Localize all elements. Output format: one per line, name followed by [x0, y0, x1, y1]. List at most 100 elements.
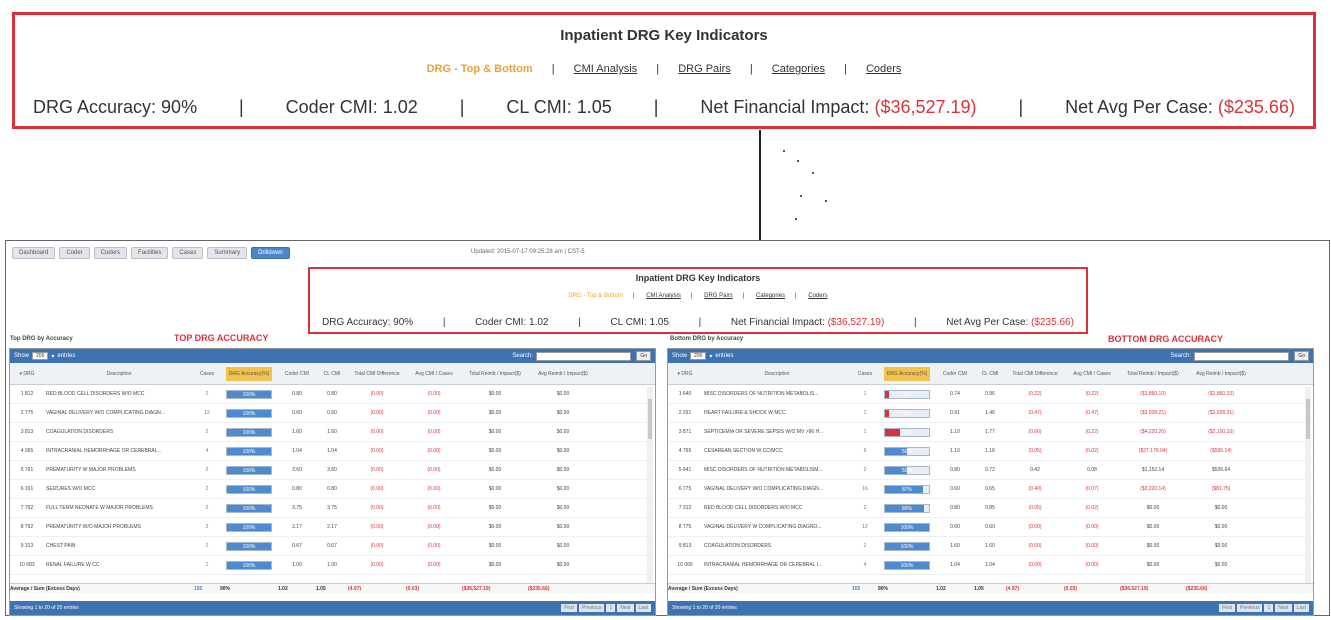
column-header[interactable]: Avg CMI / Cases — [406, 371, 462, 377]
table-row[interactable]: 2 775 VAGINAL DELIVERY W/O COMPLICATING D… — [10, 404, 655, 423]
column-header[interactable]: Cases — [852, 371, 878, 377]
column-header[interactable]: CL CMI — [974, 371, 1006, 377]
table-scrollbar[interactable] — [647, 387, 653, 592]
cases-link[interactable]: 2 — [852, 467, 878, 473]
inner-nav-drg-pairs[interactable]: DRG Pairs — [704, 293, 733, 299]
cases-link[interactable]: 2 — [194, 524, 220, 530]
search-control: Search: — [512, 351, 631, 361]
tab-coders[interactable]: Coders — [93, 247, 128, 259]
pager-last-button[interactable]: Last — [635, 604, 651, 612]
table-row[interactable]: 1 812 RED BLOOD CELL DISORDERS W/O MCC 2 10… — [10, 385, 655, 404]
go-button[interactable]: Go — [1294, 351, 1309, 361]
table-row[interactable]: 10 683 RENAL FAILURE W CC 1 100% 1.00 1.00 (0.… — [10, 556, 655, 575]
column-header[interactable]: Coder CMI — [936, 371, 974, 377]
inner-nav-cmi-analysis[interactable]: CMI Analysis — [646, 293, 681, 299]
cases-link[interactable]: 6 — [852, 448, 878, 454]
column-header[interactable]: CL CMI — [316, 371, 348, 377]
table-row[interactable]: 9 813 COAGULATION DISORDERS 2 100% 1.60 1.60 (… — [668, 537, 1313, 556]
scrollbar-thumb[interactable] — [1306, 399, 1310, 439]
nav-drg-top-bottom[interactable]: DRG - Top & Bottom — [427, 63, 533, 75]
cases-link[interactable]: 1 — [852, 391, 878, 397]
table-scrollbar[interactable] — [1305, 387, 1311, 592]
table-row[interactable]: 3 813 COAGULATION DISORDERS 2 100% 1.60 1.60 (… — [10, 423, 655, 442]
table-row[interactable]: 4 065 INTRACRANIAL HEMORRHAGE OR CEREBRAL… — [10, 442, 655, 461]
column-header[interactable]: ▾ DRG — [10, 371, 44, 377]
search-input[interactable] — [536, 351, 631, 361]
inner-nav-coders[interactable]: Coders — [808, 293, 827, 299]
metric-value: 1.05 — [576, 97, 612, 117]
column-header[interactable]: Coder CMI — [278, 371, 316, 377]
table-row[interactable]: 1 640 MISC DISORDERS OF NUTRITION METABOL… — [668, 385, 1313, 404]
pager-first-button[interactable]: First — [1219, 604, 1236, 612]
column-header[interactable]: ▾ DRG — [668, 371, 702, 377]
table-row[interactable]: 4 765 CESAREAN SECTION W CC/MCC 6 50% 1.10 1.… — [668, 442, 1313, 461]
cases-link[interactable]: 1 — [194, 562, 220, 568]
column-header[interactable]: Total Reimb / Impact($) — [1120, 371, 1186, 377]
column-header[interactable]: Total CMI Difference — [1006, 371, 1064, 377]
pager-next-button[interactable]: Next — [617, 604, 634, 612]
table-row[interactable]: 8 792 PREMATURITY W/O MAJOR PROBLEMS 2 100%… — [10, 518, 655, 537]
column-header[interactable]: Avg CMI / Cases — [1064, 371, 1120, 377]
column-header[interactable]: Description — [702, 371, 852, 377]
cases-link[interactable]: 4 — [194, 448, 220, 454]
table-row[interactable]: 6 775 VAGINAL DELIVERY W/O COMPLICATING D… — [668, 480, 1313, 499]
cases-link[interactable]: 2 — [194, 543, 220, 549]
nav-drg-pairs[interactable]: DRG Pairs — [678, 63, 731, 75]
cases-link[interactable]: 2 — [194, 486, 220, 492]
cases-link[interactable]: 1 — [852, 410, 878, 416]
table-row[interactable]: 3 871 SEPTICEMIA OR SEVERE SEPSIS W/O MV … — [668, 423, 1313, 442]
nav-coders[interactable]: Coders — [866, 63, 901, 75]
column-header[interactable]: Avg Reimb / Impact($) — [1186, 371, 1256, 377]
column-header[interactable]: Total CMI Difference — [348, 371, 406, 377]
pager-last-button[interactable]: Last — [1293, 604, 1309, 612]
cases-link[interactable]: 2 — [852, 543, 878, 549]
cases-link[interactable]: 12 — [194, 410, 220, 416]
tab-dashboard[interactable]: Dashboard — [12, 247, 56, 259]
column-header[interactable]: DRG Accuracy(%) — [220, 366, 278, 381]
total-cmi-diff: (0.00) — [370, 410, 384, 416]
table-row[interactable]: 7 312 RED BLOOD CELL DISORDERS W/O MCC 2 89… — [668, 499, 1313, 518]
nav-cmi-analysis[interactable]: CMI Analysis — [574, 63, 638, 75]
cases-link[interactable]: 12 — [852, 524, 878, 530]
column-header[interactable]: Description — [44, 371, 194, 377]
cases-link[interactable]: 1 — [852, 429, 878, 435]
page-size-select[interactable]: 200 — [32, 352, 49, 360]
table-row[interactable]: 9 313 CHEST PAIN 2 100% 0.67 0.67 (0.00) (0.00)… — [10, 537, 655, 556]
inner-nav-drg-top-bottom[interactable]: DRG - Top & Bottom — [568, 293, 623, 299]
cases-link[interactable]: 4 — [852, 562, 878, 568]
pager-1-button[interactable]: 1 — [606, 604, 616, 612]
nav-categories[interactable]: Categories — [772, 63, 825, 75]
cases-link[interactable]: 2 — [194, 505, 220, 511]
column-header[interactable]: Cases — [194, 371, 220, 377]
pager-previous-button[interactable]: Previous — [1237, 604, 1263, 612]
tab-cases[interactable]: Cases — [172, 247, 204, 259]
tab-summary[interactable]: Summary — [207, 247, 248, 259]
inner-nav-categories[interactable]: Categories — [756, 293, 785, 299]
column-header[interactable]: Avg Reimb / Impact($) — [528, 371, 598, 377]
pager-1-button[interactable]: 1 — [1264, 604, 1274, 612]
pager-previous-button[interactable]: Previous — [579, 604, 605, 612]
table-row[interactable]: 8 775 VAGINAL DELIVERY W COMPLICATING DIA… — [668, 518, 1313, 537]
tab-coder[interactable]: Coder — [59, 247, 90, 259]
go-button[interactable]: Go — [636, 351, 651, 361]
cases-link[interactable]: 16 — [852, 486, 878, 492]
tab-drilldown[interactable]: Drilldown — [251, 247, 290, 259]
table-row[interactable]: 5 641 MISC DISORDERS OF NUTRITION METABOL… — [668, 461, 1313, 480]
cases-link[interactable]: 2 — [194, 467, 220, 473]
pager-first-button[interactable]: First — [561, 604, 578, 612]
column-header[interactable]: Total Reimb / Impact($) — [462, 371, 528, 377]
table-row[interactable]: 6 101 SEIZURES W/O MCC 2 100% 0.80 0.80 (0.00)… — [10, 480, 655, 499]
table-row[interactable]: 10 065 INTRACRANIAL HEMORRHAGE OR CEREBRA… — [668, 556, 1313, 575]
cases-link[interactable]: 2 — [852, 505, 878, 511]
pager-next-button[interactable]: Next — [1275, 604, 1292, 612]
cases-link[interactable]: 2 — [194, 429, 220, 435]
page-size-select[interactable]: 200 — [690, 352, 707, 360]
scrollbar-thumb[interactable] — [648, 399, 652, 439]
table-row[interactable]: 2 291 HEART FAILURE & SHOCK W MCC 1 0% 0.91 1… — [668, 404, 1313, 423]
search-input[interactable] — [1194, 351, 1289, 361]
table-row[interactable]: 7 792 FULL TERM NEONATE W MAJOR PROBLEMS 2… — [10, 499, 655, 518]
table-row[interactable]: 5 791 PREMATURITY W MAJOR PROBLEMS 2 100% 3.… — [10, 461, 655, 480]
cases-link[interactable]: 2 — [194, 391, 220, 397]
column-header[interactable]: DRG Accuracy(%) — [878, 366, 936, 381]
tab-facilities[interactable]: Facilities — [131, 247, 169, 259]
